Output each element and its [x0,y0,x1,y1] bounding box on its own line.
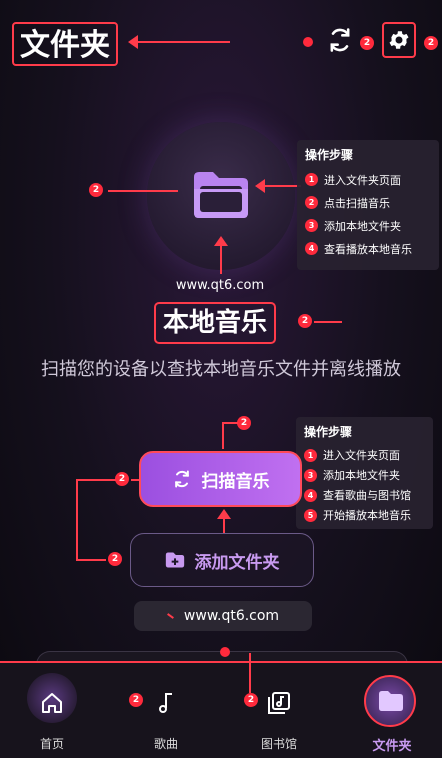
folder-icon [379,691,403,711]
bottom-nav: 首页 2 歌曲 2 图书馆 文件夹 [0,653,442,758]
nav-library[interactable]: 图书馆 [239,663,319,758]
library-icon [268,692,290,714]
annotation-badge: 2 [237,416,251,430]
annotation-badge: 2 [115,472,129,486]
step-item: 1 进入文件夹页面 [304,445,425,465]
settings-button[interactable] [382,22,416,58]
steps-title: 操作步骤 [305,148,354,162]
annotation-line [131,479,139,481]
home-icon [42,693,62,713]
annotation-line [314,321,342,323]
annotation-badge: 2 [424,36,438,50]
step-item: 2 点击扫描音乐 [305,191,431,214]
step-item: 3 添加本地文件夹 [305,214,431,237]
annotation-mark [166,613,174,619]
annotation-arrow [217,509,231,519]
steps-panel-top: 操作步骤 1 进入文件夹页面 2 点击扫描音乐 3 添加本地文件夹 4 查看播放本地音乐 [297,140,439,270]
add-folder-label: 添加文件夹 [194,552,280,573]
folder-add-icon [165,552,184,568]
annotation-badge: 2 [360,36,374,50]
annotation-badge: 2 [298,314,312,328]
section-description: 扫描您的设备以查找本地音乐文件并离线播放 [41,359,401,380]
add-folder-button[interactable]: 添加文件夹 [130,533,314,587]
step-item: 3 添加本地文件夹 [304,465,425,485]
section-heading: 本地音乐 [154,302,277,344]
folder-icon [194,172,248,218]
annotation-line [222,422,238,424]
nav-songs-label: 歌曲 [153,737,178,751]
steps-title: 操作步骤 [304,425,353,439]
annotation-line [263,185,301,187]
annotation-arrow [128,35,138,49]
annotation-line [76,479,116,481]
annotation-arrow [214,236,228,246]
step-item: 4 查看播放本地音乐 [305,237,431,260]
annotation-line [222,422,224,449]
gear-icon [389,31,409,49]
music-note-icon [159,693,172,713]
annotation-line [76,559,106,561]
page-title: 文件夹 [12,22,118,66]
scan-button-label: 扫描音乐 [201,471,270,492]
annotation-dot [303,37,313,47]
step-item: 1 进入文件夹页面 [305,168,431,191]
annotation-line [223,518,225,534]
nav-folders-label: 文件夹 [372,739,412,754]
annotation-arrow [255,179,265,193]
annotation-line [108,190,178,192]
annotation-dot [220,647,230,657]
annotation-badge: 2 [89,183,103,197]
nav-songs[interactable]: 歌曲 [126,663,206,758]
watermark-text: www.qt6.com [175,278,265,293]
step-item: 5 开始播放本地音乐 [304,505,425,525]
nav-home[interactable]: 首页 [12,663,92,758]
refresh-icon[interactable] [326,26,354,54]
url-pill: www.qt6.com [134,601,312,631]
nav-home-label: 首页 [39,737,64,751]
step-item: 4 查看歌曲与图书馆 [304,485,425,505]
annotation-line [76,479,78,561]
annotation-badge: 2 [108,552,122,566]
url-text: www.qt6.com [183,608,280,624]
annotation-line [134,41,230,43]
scan-music-button[interactable]: 扫描音乐 [139,451,302,507]
nav-folders[interactable]: 文件夹 [352,663,432,758]
refresh-icon [174,470,189,488]
nav-library-label: 图书馆 [260,737,297,751]
steps-panel-bottom: 操作步骤 1 进入文件夹页面 3 添加本地文件夹 4 查看歌曲与图书馆 5 开始播放本地… [296,417,433,529]
annotation-line [220,244,222,274]
